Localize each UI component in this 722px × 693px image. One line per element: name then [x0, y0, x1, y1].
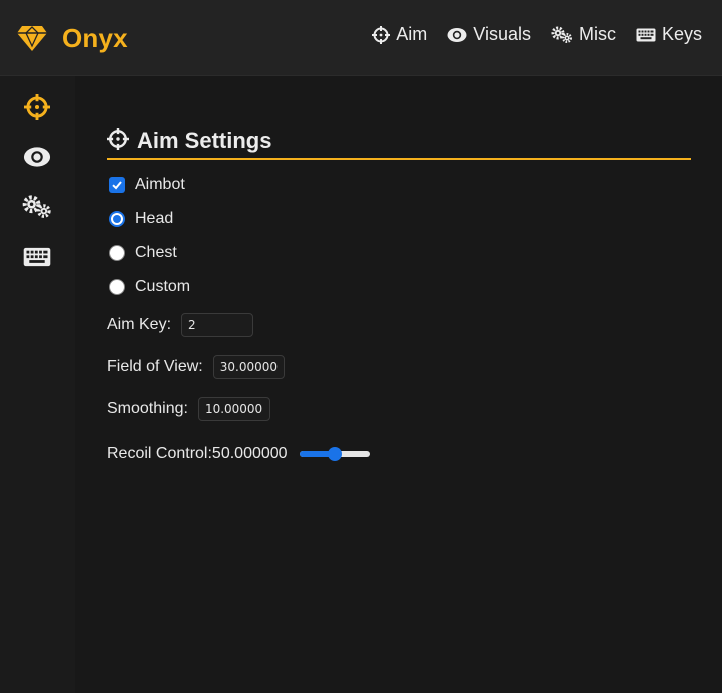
target-head-row: Head — [107, 210, 173, 228]
gem-icon — [16, 24, 48, 52]
sidebar — [0, 76, 75, 693]
aim-key-input[interactable] — [181, 313, 254, 337]
custom-radio[interactable] — [109, 279, 125, 295]
nav-item-label: Misc — [578, 24, 616, 44]
nav-item-label: Visuals — [473, 24, 531, 44]
crosshair-icon — [372, 25, 391, 44]
recoil-slider[interactable] — [299, 447, 370, 461]
section-header: Aim Settings — [107, 124, 691, 158]
smoothing-label: Smoothing: — [107, 400, 188, 417]
custom-label: Custom — [135, 278, 191, 295]
fov-input[interactable] — [212, 355, 285, 379]
keyboard-icon — [23, 247, 51, 272]
section-title: Aim Settings — [137, 128, 272, 153]
app-window: Onyx Aim Visuals Misc Keys Aim Settings … — [0, 0, 722, 693]
smoothing-input[interactable] — [197, 397, 270, 421]
section-divider — [107, 158, 691, 160]
aimbot-row: Aimbot — [107, 176, 185, 194]
aimbot-checkbox[interactable] — [109, 177, 125, 193]
sidebar-item-aim[interactable] — [20, 92, 54, 126]
nav-links: Aim Visuals Misc Keys — [372, 24, 702, 45]
aim-key-label: Aim Key: — [107, 316, 172, 333]
sidebar-item-keys[interactable] — [20, 242, 54, 276]
nav-item-aim[interactable]: Aim — [372, 24, 427, 45]
smoothing-row: Smoothing: — [107, 397, 270, 421]
aim-key-row: Aim Key: — [107, 313, 254, 337]
brand[interactable]: Onyx — [16, 22, 128, 54]
chest-label: Chest — [135, 244, 177, 261]
gears-icon — [551, 26, 573, 44]
crosshair-icon — [24, 93, 50, 125]
eye-icon — [23, 146, 51, 173]
crosshair-icon — [107, 127, 129, 155]
target-custom-row: Custom — [107, 278, 190, 296]
head-label: Head — [135, 210, 174, 227]
keyboard-icon — [636, 28, 656, 42]
recoil-row: Recoil Control:50.000000 — [107, 445, 370, 463]
eye-icon — [447, 27, 467, 43]
nav-item-keys[interactable]: Keys — [636, 24, 702, 45]
fov-label: Field of View: — [107, 358, 203, 375]
sidebar-item-visuals[interactable] — [20, 142, 54, 176]
aimbot-label: Aimbot — [135, 176, 185, 193]
top-navbar: Onyx Aim Visuals Misc Keys — [0, 0, 722, 76]
aim-settings-panel: Aim Settings Aimbot Head Chest Custom Ai… — [107, 124, 691, 462]
sidebar-item-misc[interactable] — [20, 192, 54, 226]
target-chest-row: Chest — [107, 244, 177, 262]
fov-row: Field of View: — [107, 355, 285, 379]
checkmark-icon — [112, 181, 122, 190]
nav-item-visuals[interactable]: Visuals — [447, 24, 531, 45]
gears-icon — [22, 194, 52, 225]
nav-item-misc[interactable]: Misc — [551, 24, 616, 45]
chest-radio[interactable] — [109, 245, 125, 261]
slider-thumb[interactable] — [327, 447, 342, 461]
brand-name: Onyx — [62, 22, 128, 53]
recoil-label: Recoil Control:50.000000 — [107, 445, 288, 462]
nav-item-label: Aim — [396, 24, 428, 44]
head-radio[interactable] — [109, 211, 125, 227]
nav-item-label: Keys — [661, 24, 702, 44]
